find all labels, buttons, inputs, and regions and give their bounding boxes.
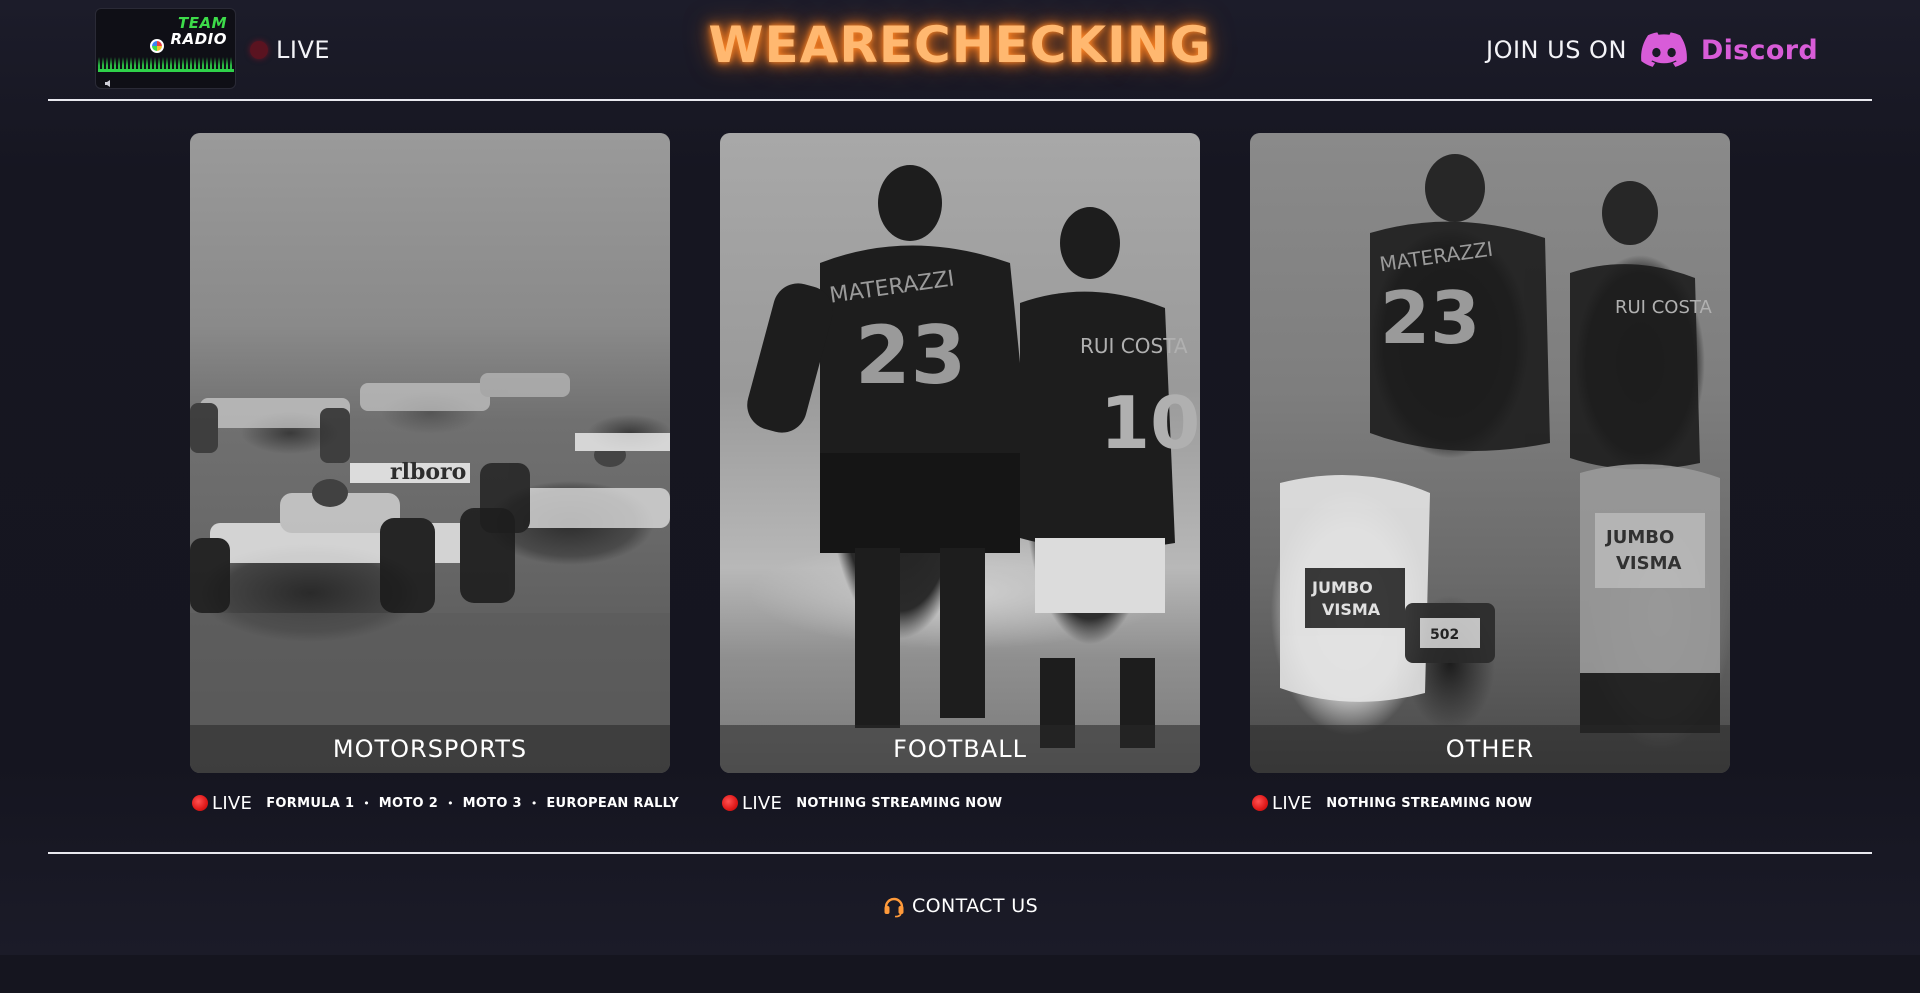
audio-visualizer-base [98,69,234,72]
contact-us-label: CONTACT US [911,895,1039,917]
page: TEAM RADIO LIVE WEARECHECKING JOIN US ON… [0,0,1920,993]
header-live-indicator: LIVE [250,36,330,64]
team-radio-player[interactable]: TEAM RADIO [95,8,236,89]
svg-text:502: 502 [1430,627,1459,643]
svg-text:23: 23 [1380,276,1480,360]
card-caption: OTHER [1250,725,1730,773]
svg-text:10: 10 [1100,381,1200,465]
svg-text:VISMA: VISMA [1322,600,1381,619]
category-card-football[interactable]: MATERAZZI 23 RUI COSTA 10 FOOTBALL [720,133,1200,773]
svg-text:23: 23 [855,309,966,402]
svg-text:RUI COSTA: RUI COSTA [1080,334,1188,358]
bullet-separator: • [530,796,538,810]
footer-divider [48,852,1872,854]
contact-us-link[interactable]: CONTACT US [0,893,1920,919]
svg-text:JUMBO: JUMBO [1311,578,1373,597]
radio-logo-icon [150,39,164,53]
live-dot-icon [250,41,268,59]
other-live-status: LIVE NOTHING STREAMING NOW [1252,792,1533,814]
discord-icon [1641,32,1687,67]
join-label: JOIN US ON [1486,36,1627,64]
radio-logo-team: TEAM [177,14,227,32]
live-dot-icon [1252,795,1268,811]
radio-logo-radio: RADIO [170,30,227,48]
bullet-separator: • [363,796,370,810]
live-dot-icon [192,795,208,811]
category-card-motorsports[interactable]: rlboro MOTORSPORTS [190,133,670,773]
svg-text:JUMBO: JUMBO [1604,527,1674,548]
race-cars-illustration: rlboro [190,373,670,773]
nothing-streaming-text: NOTHING STREAMING NOW [1326,795,1533,811]
stream-item-moto-2[interactable]: MOTO 2 [379,796,438,811]
headset-icon [884,897,904,918]
site-brand-title[interactable]: WEARECHECKING [560,16,1360,74]
discord-label: Discord [1700,34,1818,66]
header-divider [48,99,1872,101]
players-illustration: MATERAZZI 23 RUI COSTA 10 [747,165,1200,748]
stream-item-formula-1[interactable]: FORMULA 1 [266,796,354,811]
stream-item-moto-3[interactable]: MOTO 3 [463,796,522,811]
live-label: LIVE [212,792,253,814]
live-dot-icon [722,795,738,811]
discord-join-link[interactable]: JOIN US ON Discord [1486,31,1818,69]
team-radio-logo: TEAM RADIO [171,15,227,47]
header-live-label: LIVE [276,36,331,64]
site-header: TEAM RADIO LIVE WEARECHECKING JOIN US ON… [0,0,1920,100]
collage-illustration: MATERAZZI 23 RUI COSTA JUMBO VISMA JUMBO… [1280,154,1720,733]
svg-text:VISMA: VISMA [1616,553,1682,574]
category-card-other[interactable]: MATERAZZI 23 RUI COSTA JUMBO VISMA JUMBO… [1250,133,1730,773]
svg-text:RUI COSTA: RUI COSTA [1615,297,1712,318]
bullet-separator: • [447,796,454,810]
football-players-photo: MATERAZZI 23 RUI COSTA 10 [720,133,1200,773]
stream-item-european-rally[interactable]: EUROPEAN RALLY [546,796,679,811]
volume-icon[interactable] [104,79,114,88]
nothing-streaming-text: NOTHING STREAMING NOW [796,795,1003,811]
card-caption: MOTORSPORTS [190,725,670,773]
svg-text:rlboro: rlboro [390,459,466,485]
football-live-status: LIVE NOTHING STREAMING NOW [722,792,1003,814]
live-label: LIVE [1272,792,1313,814]
live-label: LIVE [742,792,783,814]
motorsports-live-status: LIVE FORMULA 1 • MOTO 2 • MOTO 3 • EUROP… [192,792,679,814]
card-caption: FOOTBALL [720,725,1200,773]
collage-football-cycling-photo: MATERAZZI 23 RUI COSTA JUMBO VISMA JUMBO… [1250,133,1730,773]
formula-one-cars-photo: rlboro [190,133,670,773]
